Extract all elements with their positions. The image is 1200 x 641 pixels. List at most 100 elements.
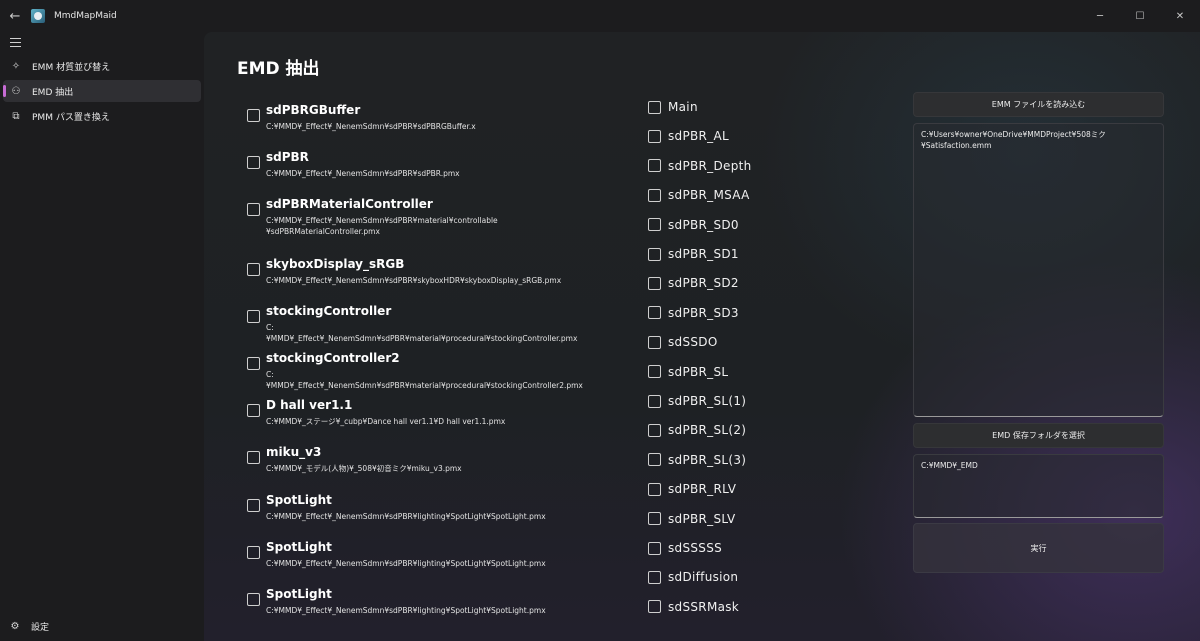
target-checkbox[interactable] [648, 218, 661, 232]
select-folder-button[interactable]: EMD 保存フォルダを選択 [913, 423, 1164, 448]
close-icon[interactable]: ✕ [1160, 0, 1200, 32]
effect-path: C:¥MMD¥_Effect¥_NenemSdmn¥sdPBR¥lighting… [266, 606, 546, 615]
sparkle-icon: ✧ [11, 60, 21, 72]
target-list-item: sdPBR_SD0 [648, 217, 739, 233]
target-label: sdPBR_SD2 [668, 276, 739, 291]
target-list-item: sdPBR_SD3 [648, 305, 739, 321]
sidebar-item-1[interactable]: ⚇ EMD 抽出 [3, 80, 201, 102]
effect-list-item: miku_v3 C:¥MMD¥_モデル(人物)¥_508¥初音ミク¥miku_v3… [247, 445, 566, 474]
sidebar-item-0[interactable]: ✧ EMM 材質並び替え [3, 55, 201, 77]
effect-name: SpotLight [266, 540, 332, 554]
effect-name: miku_v3 [266, 445, 322, 459]
effect-checkbox[interactable] [247, 404, 260, 417]
effect-checkbox[interactable] [247, 310, 260, 323]
effect-path: C:¥MMD¥_Effect¥_NenemSdmn¥sdPBR¥sdPBRGBu… [266, 122, 476, 131]
run-button[interactable]: 実行 [913, 523, 1164, 573]
effect-checkbox[interactable] [247, 203, 260, 216]
effect-path: C:¥MMD¥_Effect¥_NenemSdmn¥sdPBR¥material… [266, 370, 583, 390]
target-list-item: sdPBR_SL [648, 364, 728, 380]
effect-list-item: stockingController C:¥MMD¥_Effect¥_NenemS… [247, 304, 577, 344]
target-label: sdPBR_SD0 [668, 217, 739, 232]
target-label: sdSSSSS [668, 541, 723, 555]
target-label: sdPBR_SL(2) [668, 423, 747, 438]
sidebar-item-2[interactable]: ⧉ PMM パス置き換え [3, 105, 201, 127]
target-list-item: sdPBR_SL(1) [648, 393, 746, 409]
effect-list-item: SpotLight C:¥MMD¥_Effect¥_NenemSdmn¥sdPBR… [247, 540, 566, 569]
target-label: sdPBR_SL [668, 364, 729, 379]
target-checkbox[interactable] [648, 394, 661, 408]
hamburger-menu-icon[interactable] [6, 34, 28, 50]
sidebar-item-label: PMM パス置き換え [32, 112, 110, 123]
minimize-icon[interactable]: ─ [1080, 0, 1120, 32]
target-checkbox[interactable] [648, 482, 661, 496]
target-checkbox[interactable] [648, 423, 661, 437]
effect-name: stockingController2 [266, 351, 400, 365]
main-panel: EMD 抽出 sdPBRGBuffer C:¥MMD¥_Effect¥_Nenem… [204, 32, 1200, 641]
target-list-item: sdPBR_Depth [648, 158, 752, 174]
settings-label: 設定 [31, 623, 50, 633]
target-checkbox[interactable] [648, 570, 661, 584]
effect-name: sdPBRMaterialController [266, 197, 433, 211]
target-label: sdPBR_AL [668, 129, 729, 144]
target-list-item: sdPBR_SD2 [648, 275, 739, 291]
target-list-item: sdPBR_MSAA [648, 187, 750, 203]
emm-path-textbox[interactable]: C:¥Users¥owner¥OneDrive¥MMDProject¥508ミク… [913, 123, 1164, 417]
effect-path: C:¥MMD¥_Effect¥_NenemSdmn¥sdPBR¥material… [266, 216, 498, 236]
sidebar-item-settings[interactable]: ⚙ 設定 [9, 620, 50, 633]
target-label: sdPBR_SL(3) [668, 452, 747, 467]
target-checkbox[interactable] [648, 247, 661, 261]
effect-list-item: D hall ver1.1 C:¥MMD¥_ステージ¥_cubp¥Dance ha… [247, 398, 566, 427]
effect-checkbox[interactable] [247, 156, 260, 169]
target-checkbox[interactable] [648, 129, 661, 143]
effect-name: SpotLight [266, 493, 332, 507]
target-label: sdDiffusion [668, 570, 739, 585]
target-list-item: sdSSRMask [648, 599, 739, 615]
effect-name: skyboxDisplay_sRGB [266, 257, 405, 271]
target-checkbox[interactable] [648, 276, 661, 290]
effect-list-item: SpotLight C:¥MMD¥_Effect¥_NenemSdmn¥sdPBR… [247, 587, 566, 616]
target-checkbox[interactable] [648, 159, 661, 173]
target-label: sdSSRMask [668, 599, 740, 614]
group-icon: ⚇ [11, 85, 21, 97]
target-label: sdPBR_MSAA [668, 188, 750, 203]
sidebar-item-label: EMM 材質並び替え [32, 62, 111, 73]
folder-path-textbox[interactable]: C:¥MMD¥_EMD [913, 454, 1164, 518]
effect-name: SpotLight [266, 587, 332, 601]
effect-path: C:¥MMD¥_モデル(人物)¥_508¥初音ミク¥miku_v3.pmx [266, 464, 462, 473]
target-checkbox[interactable] [648, 512, 661, 526]
target-list-item: sdPBR_SD1 [648, 246, 739, 262]
effect-path: C:¥MMD¥_Effect¥_NenemSdmn¥sdPBR¥lighting… [266, 512, 546, 521]
target-checkbox[interactable] [648, 100, 661, 114]
target-checkbox[interactable] [648, 453, 661, 467]
target-label: Main [668, 100, 698, 114]
target-checkbox[interactable] [648, 541, 661, 555]
effect-checkbox[interactable] [247, 593, 260, 606]
target-checkbox[interactable] [648, 306, 661, 320]
target-list-item: Main [648, 99, 698, 115]
back-arrow-icon[interactable]: ← [0, 0, 30, 32]
effect-checkbox[interactable] [247, 451, 260, 464]
active-indicator [3, 85, 6, 97]
target-list-item: sdSSDO [648, 334, 718, 350]
effect-checkbox[interactable] [247, 357, 260, 370]
effect-list-item: sdPBRMaterialController C:¥MMD¥_Effect¥_N… [247, 197, 566, 237]
target-list-item: sdPBR_AL [648, 128, 729, 144]
target-checkbox[interactable] [648, 335, 661, 349]
target-checkbox[interactable] [648, 600, 661, 614]
effect-checkbox[interactable] [247, 546, 260, 559]
effect-path: C:¥MMD¥_ステージ¥_cubp¥Dance hall ver1.1¥D h… [266, 417, 506, 426]
maximize-icon[interactable]: ☐ [1120, 0, 1160, 32]
target-label: sdPBR_SD1 [668, 247, 739, 261]
load-emm-button[interactable]: EMM ファイルを読み込む [913, 92, 1164, 117]
effect-checkbox[interactable] [247, 263, 260, 276]
effect-checkbox[interactable] [247, 109, 260, 122]
target-list-item: sdSSSSS [648, 540, 722, 556]
target-checkbox[interactable] [648, 188, 661, 202]
target-checkbox[interactable] [648, 365, 661, 379]
effect-name: sdPBRGBuffer [266, 103, 361, 117]
effect-list-item: SpotLight C:¥MMD¥_Effect¥_NenemSdmn¥sdPBR… [247, 493, 566, 522]
sidebar: ✧ EMM 材質並び替え ⚇ EMD 抽出 ⧉ PMM パス置き換え [0, 32, 204, 641]
app-logo-icon [31, 9, 45, 23]
target-list-item: sdPBR_RLV [648, 481, 736, 497]
effect-checkbox[interactable] [247, 499, 260, 512]
